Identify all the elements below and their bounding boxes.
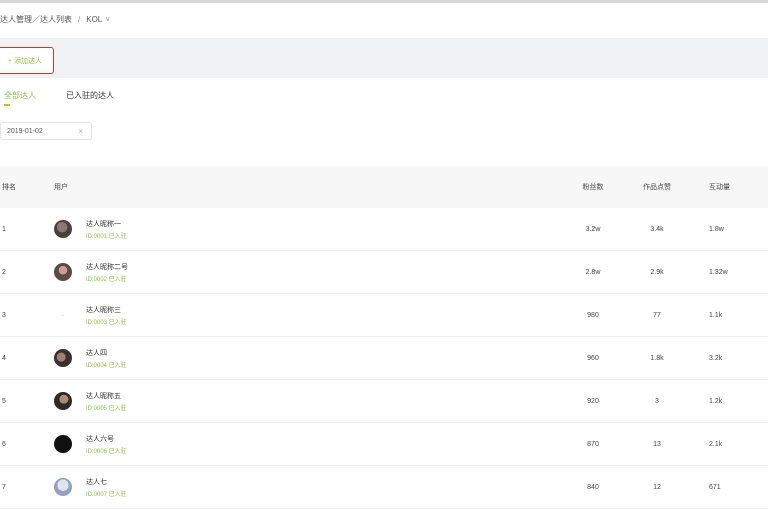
user-sub: ID:0004 已入驻 xyxy=(86,362,127,369)
rank-cell: 2 xyxy=(0,250,54,294)
table-row[interactable]: 3 · 达人昵称三 ID:0003 已入驻 980 77 1.1k xyxy=(0,293,768,337)
user-name[interactable]: 达人昵称五 xyxy=(86,391,127,401)
add-kol-button[interactable]: + 添加达人 xyxy=(0,47,54,74)
user-text: 达人昵称三 ID:0003 已入驻 xyxy=(86,305,127,326)
user-info[interactable]: 达人六号 ID:0006 已入驻 xyxy=(54,434,559,455)
column-header-interactions[interactable]: 互动量 xyxy=(687,166,768,208)
tab-settled[interactable]: 已入驻的达人 xyxy=(62,88,118,104)
table-row[interactable]: 4 达人四 ID:0004 已入驻 960 1.8k 3.2k xyxy=(0,336,768,380)
user-cell: · 达人昵称三 ID:0003 已入驻 xyxy=(54,293,559,337)
user-cell: 达人七 ID:0007 已入驻 xyxy=(54,465,559,509)
breadcrumb: 达人管理／达人列表 / KOL ∨ xyxy=(0,12,110,26)
rank-cell: 6 xyxy=(0,422,54,466)
user-info[interactable]: 达人昵称二号 ID:0002 已入驻 xyxy=(54,262,559,283)
user-name[interactable]: 达人六号 xyxy=(86,434,127,444)
interactions-cell: 1.2k xyxy=(687,379,768,423)
user-text: 达人昵称一 ID:0001 已入驻 xyxy=(86,219,127,240)
breadcrumb-separator: / xyxy=(78,14,81,24)
user-name[interactable]: 达人昵称二号 xyxy=(86,262,128,272)
breadcrumb-current[interactable]: KOL xyxy=(86,15,102,24)
user-sub: ID:0003 已入驻 xyxy=(86,319,127,326)
fans-cell: 870 xyxy=(559,422,627,466)
interactions-cell: 2.1k xyxy=(687,422,768,466)
rank-cell: 1 xyxy=(0,208,54,251)
user-name[interactable]: 达人四 xyxy=(86,348,127,358)
rank-cell: 5 xyxy=(0,379,54,423)
table-header-row: 排名 用户 粉丝数 作品点赞 互动量 xyxy=(0,166,768,208)
avatar[interactable] xyxy=(54,392,72,410)
interactions-cell: 1.32w xyxy=(687,250,768,294)
column-header-user[interactable]: 用户 xyxy=(54,166,559,208)
chevron-down-icon[interactable]: ∨ xyxy=(105,15,110,23)
fans-cell: 3.2w xyxy=(559,208,627,251)
likes-cell: 2.9k xyxy=(627,250,687,294)
user-sub: ID:0002 已入驻 xyxy=(86,276,127,283)
top-border xyxy=(0,0,768,3)
user-cell: 达人昵称一 ID:0001 已入驻 xyxy=(54,208,559,251)
interactions-cell: 671 xyxy=(687,465,768,509)
user-text: 达人七 ID:0007 已入驻 xyxy=(86,477,127,498)
user-info[interactable]: · 达人昵称三 ID:0003 已入驻 xyxy=(54,305,559,326)
interactions-cell: 3.2k xyxy=(687,336,768,380)
user-info[interactable]: 达人昵称一 ID:0001 已入驻 xyxy=(54,219,559,240)
rank-cell: 3 xyxy=(0,293,54,337)
user-info[interactable]: 达人四 ID:0004 已入驻 xyxy=(54,348,559,369)
likes-cell: 77 xyxy=(627,293,687,337)
user-text: 达人六号 ID:0006 已入驻 xyxy=(86,434,127,455)
user-text: 达人四 ID:0004 已入驻 xyxy=(86,348,127,369)
breadcrumb-root[interactable]: 达人管理／达人列表 xyxy=(0,14,72,25)
date-value: 2019-01-02 xyxy=(7,127,43,135)
user-sub: ID:0007 已入驻 xyxy=(86,491,127,498)
user-info[interactable]: 达人昵称五 ID:0005 已入驻 xyxy=(54,391,559,412)
rank-cell: 7 xyxy=(0,465,54,509)
user-text: 达人昵称二号 ID:0002 已入驻 xyxy=(86,262,128,283)
user-sub: ID:0001 已入驻 xyxy=(86,233,127,240)
user-name[interactable]: 达人七 xyxy=(86,477,127,487)
fans-cell: 920 xyxy=(559,379,627,423)
data-table: 排名 用户 粉丝数 作品点赞 互动量 1 达人昵称一 ID:0001 已入驻 3.2w… xyxy=(0,166,768,509)
tab-all[interactable]: 全部达人 xyxy=(0,88,40,106)
table-row[interactable]: 5 达人昵称五 ID:0005 已入驻 920 3 1.2k xyxy=(0,379,768,423)
user-text: 达人昵称五 ID:0005 已入驻 xyxy=(86,391,127,412)
likes-cell: 13 xyxy=(627,422,687,466)
user-cell: 达人四 ID:0004 已入驻 xyxy=(54,336,559,380)
avatar[interactable] xyxy=(54,263,72,281)
table-row[interactable]: 7 达人七 ID:0007 已入驻 840 12 671 xyxy=(0,465,768,509)
interactions-cell: 1.8w xyxy=(687,208,768,251)
user-sub: ID:0005 已入驻 xyxy=(86,405,127,412)
likes-cell: 1.8k xyxy=(627,336,687,380)
avatar[interactable] xyxy=(54,435,72,453)
user-cell: 达人六号 ID:0006 已入驻 xyxy=(54,422,559,466)
avatar[interactable] xyxy=(54,220,72,238)
table-row[interactable]: 2 达人昵称二号 ID:0002 已入驻 2.8w 2.9k 1.32w xyxy=(0,250,768,294)
fans-cell: 2.8w xyxy=(559,250,627,294)
fans-cell: 980 xyxy=(559,293,627,337)
avatar[interactable]: · xyxy=(54,306,72,324)
fans-cell: 960 xyxy=(559,336,627,380)
likes-cell: 3.4k xyxy=(627,208,687,251)
avatar[interactable] xyxy=(54,478,72,496)
rank-cell: 4 xyxy=(0,336,54,380)
avatar[interactable] xyxy=(54,349,72,367)
user-name[interactable]: 达人昵称三 xyxy=(86,305,127,315)
likes-cell: 3 xyxy=(627,379,687,423)
header-bar xyxy=(0,38,768,78)
column-header-likes[interactable]: 作品点赞 xyxy=(627,166,687,208)
user-name[interactable]: 达人昵称一 xyxy=(86,219,127,229)
user-info[interactable]: 达人七 ID:0007 已入驻 xyxy=(54,477,559,498)
user-sub: ID:0006 已入驻 xyxy=(86,448,127,455)
column-header-fans[interactable]: 粉丝数 xyxy=(559,166,627,208)
date-picker[interactable]: 2019-01-02 × xyxy=(0,122,92,140)
column-header-rank[interactable]: 排名 xyxy=(0,166,54,208)
likes-cell: 12 xyxy=(627,465,687,509)
tab-bar: 全部达人 已入驻的达人 xyxy=(0,88,118,106)
user-cell: 达人昵称二号 ID:0002 已入驻 xyxy=(54,250,559,294)
table-row[interactable]: 6 达人六号 ID:0006 已入驻 870 13 2.1k xyxy=(0,422,768,466)
table-row[interactable]: 1 达人昵称一 ID:0001 已入驻 3.2w 3.4k 1.8w xyxy=(0,208,768,251)
interactions-cell: 1.1k xyxy=(687,293,768,337)
user-cell: 达人昵称五 ID:0005 已入驻 xyxy=(54,379,559,423)
clear-icon[interactable]: × xyxy=(78,127,83,136)
fans-cell: 840 xyxy=(559,465,627,509)
